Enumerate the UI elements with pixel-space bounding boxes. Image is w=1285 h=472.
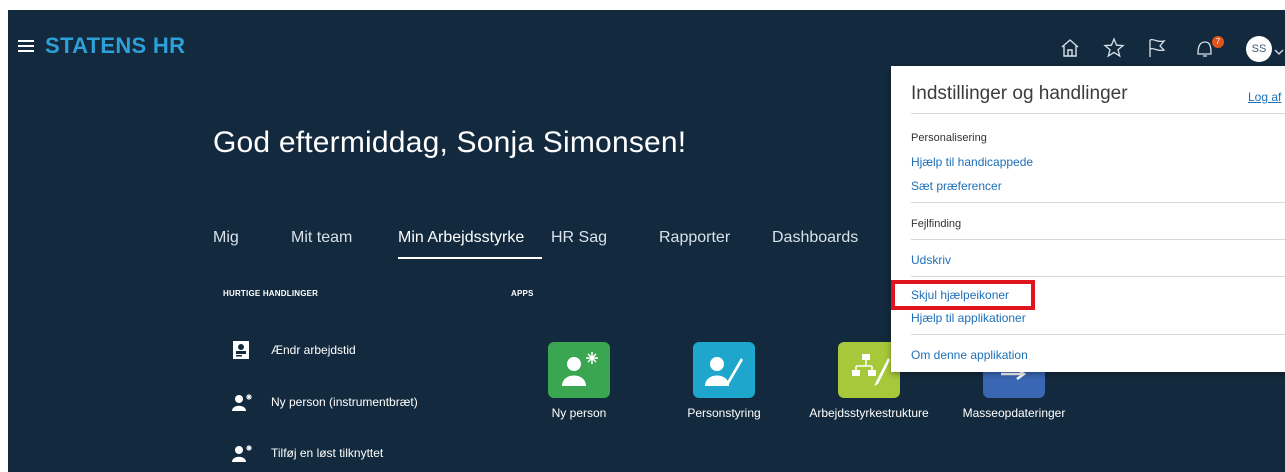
star-icon[interactable] <box>1102 36 1126 60</box>
app-tile-ny-person[interactable]: Ny person <box>518 342 648 432</box>
settings-menu-title: Indstillinger og handlinger <box>911 83 1128 104</box>
tab-hr-sag[interactable]: HR Sag <box>551 229 607 259</box>
new-person-icon <box>232 443 252 463</box>
accessibility-link[interactable]: Hjælp til handicappede <box>911 155 1033 169</box>
menu-icon[interactable] <box>18 40 34 52</box>
chevron-down-icon[interactable] <box>1274 44 1284 55</box>
about-application-link[interactable]: Om denne applikation <box>911 348 1028 362</box>
quick-actions-heading: HURTIGE HANDLINGER <box>223 289 319 298</box>
tab-dashboards[interactable]: Dashboards <box>772 229 858 259</box>
quick-action-label: Tilføj en løst tilknyttet <box>271 446 384 460</box>
settings-and-actions-menu: Indstillinger og handlinger Log af Perso… <box>891 66 1285 372</box>
tab-mig[interactable]: Mig <box>213 229 239 259</box>
brand-logo[interactable]: STATENS HR <box>45 33 185 59</box>
divider <box>911 239 1285 240</box>
personalization-heading: Personalisering <box>911 132 987 144</box>
flag-icon[interactable] <box>1145 36 1169 60</box>
person-edit-icon <box>693 342 755 398</box>
tab-rapporter[interactable]: Rapporter <box>659 229 730 259</box>
sign-out-link[interactable]: Log af <box>1248 90 1281 104</box>
application-help-link[interactable]: Hjælp til applikationer <box>911 311 1026 325</box>
divider <box>911 334 1285 335</box>
app-label: Arbejdsstyrkestrukture <box>809 406 929 420</box>
apps-heading: APPS <box>511 289 534 298</box>
set-preferences-link[interactable]: Sæt præferencer <box>911 179 1002 193</box>
tab-min-arbejdsstyrke[interactable]: Min Arbejdsstyrke <box>398 229 524 259</box>
active-tab-indicator <box>398 257 542 259</box>
quick-action-label: Ændr arbejdstid <box>271 343 356 357</box>
divider <box>911 113 1285 114</box>
highlight-box <box>891 280 1035 310</box>
home-icon[interactable] <box>1058 36 1082 60</box>
app-label: Ny person <box>551 406 607 420</box>
app-label: Masseopdateringer <box>962 406 1066 420</box>
troubleshooting-heading: Fejlfinding <box>911 218 962 230</box>
new-person-icon <box>232 392 252 412</box>
new-person-icon <box>548 342 610 398</box>
divider <box>911 202 1285 203</box>
print-link[interactable]: Udskriv <box>911 253 951 267</box>
app-label: Personstyring <box>687 406 761 420</box>
avatar[interactable]: SS <box>1246 36 1272 62</box>
greeting-heading: God eftermiddag, Sonja Simonsen! <box>213 126 687 159</box>
app-tile-personstyring[interactable]: Personstyring <box>663 342 793 432</box>
app-shell: STATENS HR 7 SS God eftermiddag, Sonja S… <box>8 10 1285 472</box>
quick-action-label: Ny person (instrumentbræt) <box>271 395 418 409</box>
divider <box>911 276 1285 277</box>
tab-mit-team[interactable]: Mit team <box>291 229 352 259</box>
badge-icon <box>232 340 250 360</box>
notification-count-badge[interactable]: 7 <box>1212 36 1224 48</box>
